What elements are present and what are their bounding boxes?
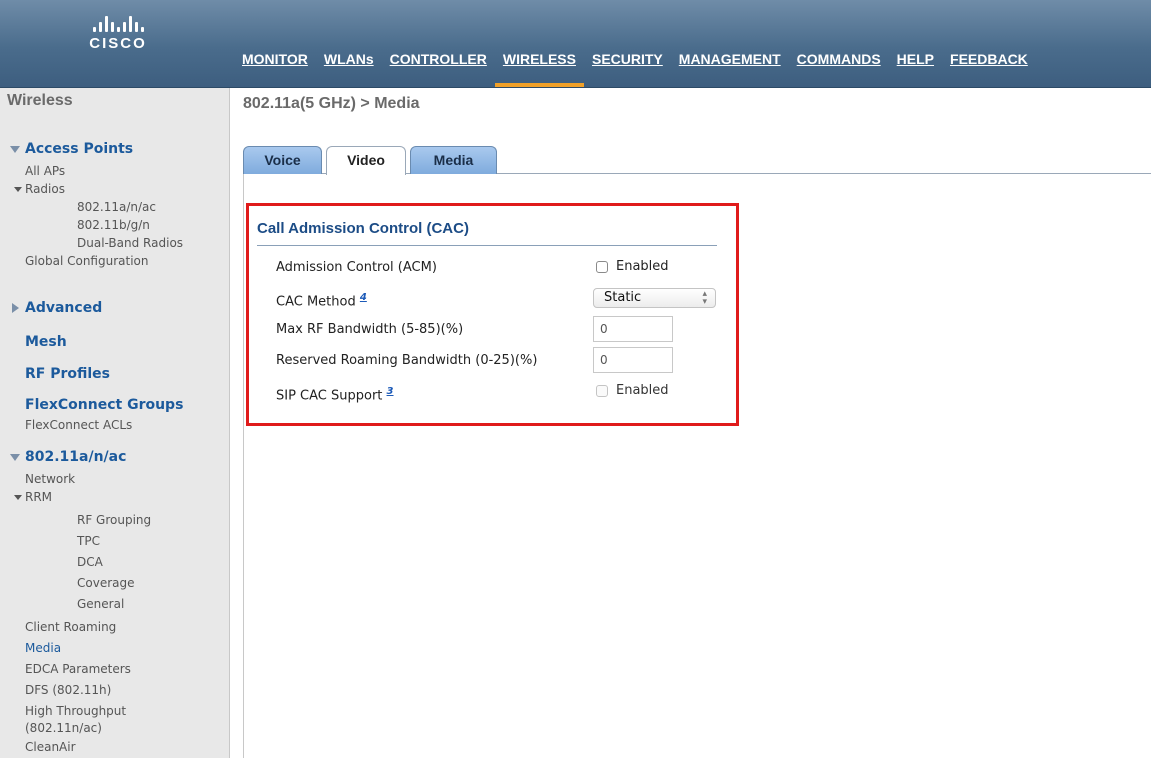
content-left-border bbox=[243, 174, 244, 758]
nav-wireless[interactable]: WIRELESS bbox=[494, 46, 584, 87]
sidebar-item-advanced[interactable]: Advanced bbox=[25, 300, 102, 316]
sidebar-item-access-points[interactable]: Access Points bbox=[25, 141, 133, 157]
sip-cac-support-text: SIP CAC Support bbox=[276, 388, 383, 404]
reserved-roaming-bandwidth-input[interactable] bbox=[593, 347, 673, 373]
nav-feedback[interactable]: FEEDBACK bbox=[942, 46, 1036, 84]
cisco-logo: CISCO bbox=[78, 14, 158, 52]
sidebar-item-radio-a[interactable]: 802.11a/n/ac bbox=[77, 200, 156, 214]
nav-commands[interactable]: COMMANDS bbox=[789, 46, 889, 84]
sidebar-item-cleanair[interactable]: CleanAir bbox=[25, 740, 76, 754]
nav-monitor[interactable]: MONITOR bbox=[234, 46, 316, 84]
reserved-roaming-bandwidth-label: Reserved Roaming Bandwidth (0-25)(%) bbox=[276, 353, 538, 368]
sidebar-item-coverage[interactable]: Coverage bbox=[77, 576, 135, 590]
nav-wlans[interactable]: WLANs bbox=[316, 46, 382, 84]
sidebar-item-rrm[interactable]: RRM bbox=[25, 490, 52, 504]
section-divider bbox=[257, 245, 717, 246]
sidebar: Wireless Access Points All APs Radios 80… bbox=[0, 88, 230, 758]
sidebar-item-dual-band[interactable]: Dual-Band Radios bbox=[77, 236, 183, 250]
sidebar-item-radio-b[interactable]: 802.11b/g/n bbox=[77, 218, 150, 232]
cisco-logo-text: CISCO bbox=[89, 35, 147, 52]
sidebar-item-rf-profiles[interactable]: RF Profiles bbox=[25, 366, 110, 382]
sidebar-item-band-a[interactable]: 802.11a/n/ac bbox=[25, 449, 126, 465]
sidebar-item-client-roaming[interactable]: Client Roaming bbox=[25, 620, 116, 634]
sidebar-item-rf-grouping[interactable]: RF Grouping bbox=[77, 513, 151, 527]
sidebar-item-dfs[interactable]: DFS (802.11h) bbox=[25, 683, 111, 697]
sidebar-item-high-throughput[interactable]: High Throughput bbox=[25, 704, 126, 718]
sidebar-item-network[interactable]: Network bbox=[25, 472, 75, 486]
expand-arrow-icon[interactable] bbox=[10, 146, 20, 153]
expand-arrow-icon[interactable] bbox=[14, 495, 22, 500]
collapse-arrow-icon[interactable] bbox=[12, 303, 19, 313]
cac-method-footnote-link[interactable]: 4 bbox=[360, 292, 367, 303]
select-arrows-icon: ▴ ▾ bbox=[702, 289, 707, 307]
sidebar-item-all-aps[interactable]: All APs bbox=[25, 164, 65, 178]
sidebar-item-media[interactable]: Media bbox=[25, 641, 61, 655]
page-title: 802.11a(5 GHz) > Media bbox=[243, 95, 420, 112]
sip-cac-footnote-link[interactable]: 3 bbox=[387, 386, 394, 397]
max-rf-bandwidth-label: Max RF Bandwidth (5-85)(%) bbox=[276, 322, 464, 337]
nav-management[interactable]: MANAGEMENT bbox=[671, 46, 789, 84]
nav-controller[interactable]: CONTROLLER bbox=[382, 46, 495, 84]
max-rf-bandwidth-input[interactable] bbox=[593, 316, 673, 342]
nav-help[interactable]: HELP bbox=[889, 46, 942, 84]
cac-method-select-value: Static bbox=[604, 290, 642, 305]
admission-control-label: Admission Control (ACM) bbox=[276, 260, 437, 275]
admission-control-checkbox[interactable] bbox=[596, 261, 608, 273]
expand-arrow-icon[interactable] bbox=[14, 187, 22, 192]
sidebar-item-dca[interactable]: DCA bbox=[77, 555, 103, 569]
cac-method-select[interactable]: Static ▴ ▾ bbox=[593, 288, 716, 308]
sidebar-item-radios[interactable]: Radios bbox=[25, 182, 65, 196]
tab-voice[interactable]: Voice bbox=[243, 146, 322, 174]
nav-security[interactable]: SECURITY bbox=[584, 46, 671, 84]
sidebar-title: Wireless bbox=[7, 92, 73, 109]
sip-cac-support-checkbox[interactable] bbox=[596, 385, 608, 397]
section-title: Call Admission Control (CAC) bbox=[257, 220, 469, 237]
sip-cac-enabled-label: Enabled bbox=[616, 383, 669, 398]
sidebar-item-global-config[interactable]: Global Configuration bbox=[25, 254, 148, 268]
sidebar-item-tpc[interactable]: TPC bbox=[77, 534, 100, 548]
tab-media[interactable]: Media bbox=[410, 146, 497, 174]
cisco-logo-bars-icon bbox=[78, 14, 158, 32]
admission-control-enabled-label: Enabled bbox=[616, 259, 669, 274]
sidebar-item-edca[interactable]: EDCA Parameters bbox=[25, 662, 131, 676]
top-header: CISCO MONITOR WLANs CONTROLLER WIRELESS … bbox=[0, 0, 1151, 88]
sidebar-item-mesh[interactable]: Mesh bbox=[25, 334, 67, 350]
sidebar-item-flexconnect-groups[interactable]: FlexConnect Groups bbox=[25, 397, 183, 413]
sip-cac-support-label: SIP CAC Support 3 bbox=[276, 384, 394, 403]
expand-arrow-icon[interactable] bbox=[10, 454, 20, 461]
cac-method-text: CAC Method bbox=[276, 294, 356, 310]
sidebar-item-flexconnect-acls[interactable]: FlexConnect ACLs bbox=[25, 418, 132, 432]
sidebar-item-general[interactable]: General bbox=[77, 597, 124, 611]
sidebar-item-high-throughput-sub[interactable]: (802.11n/ac) bbox=[25, 721, 102, 735]
cac-method-label: CAC Method 4 bbox=[276, 290, 367, 309]
main-nav: MONITOR WLANs CONTROLLER WIRELESS SECURI… bbox=[234, 46, 1036, 87]
tab-video[interactable]: Video bbox=[326, 146, 406, 175]
